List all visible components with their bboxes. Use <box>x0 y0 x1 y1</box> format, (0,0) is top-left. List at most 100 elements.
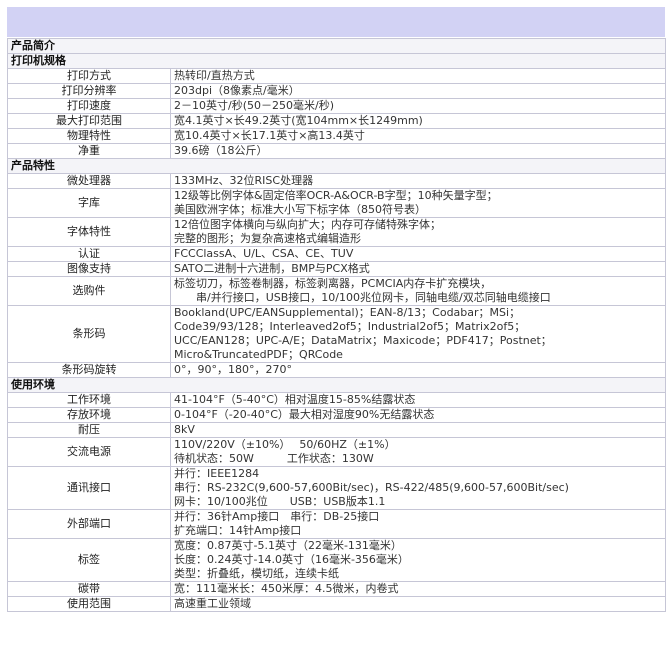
section-row: 产品简介 <box>7 38 666 54</box>
spec-value-line: 12倍位图字体横向与纵向扩大；内存可存储特殊字体； <box>174 218 441 231</box>
spec-row: 条形码旋转 0°，90°，180°，270° <box>7 362 666 378</box>
spec-value: 12倍位图字体横向与纵向扩大；内存可存储特殊字体； 完整的图形；为复杂高速格式编辑… <box>170 217 666 247</box>
spec-row: 字体特性 12倍位图字体横向与纵向扩大；内存可存储特殊字体； 完整的图形；为复杂高速… <box>7 217 666 247</box>
spec-value-line: 串/并行接口，USB接口，10/100兆位网卡，同轴电缆/双芯同轴电缆接口 <box>174 291 551 304</box>
spec-value-line: 39.6磅（18公斤） <box>174 144 268 157</box>
spec-table: 产品简介 打印机规格 打印方式 热转印/直热方式 打印分辨率 203dpi（8像素点/毫米… <box>7 38 666 612</box>
section-title: 产品特性 <box>7 158 666 174</box>
spec-value: 203dpi（8像素点/毫米） <box>170 83 666 99</box>
spec-row: 选购件 标签切刀，标签卷制器，标签剥离器，PCMCIA内存卡扩充模块， 串/并行接… <box>7 276 666 306</box>
header-banner <box>7 7 665 37</box>
spec-value-line: 标签切刀，标签卷制器，标签剥离器，PCMCIA内存卡扩充模块， <box>174 277 492 290</box>
spec-value-line: 2－10英寸/秒(50－250毫米/秒) <box>174 99 334 112</box>
spec-value-line: Code39/93/128；Interleaved2of5；Industrial… <box>174 320 526 333</box>
spec-value-line: 类型：折叠纸，模切纸，连续卡纸 <box>174 567 339 580</box>
spec-label: 净重 <box>7 143 171 159</box>
spec-row: 微处理器 133MHz、32位RISC处理器 <box>7 173 666 189</box>
spec-row: 交流电源 110V/220V（±10%） 50/60HZ（±1%） 待机状态：50W… <box>7 437 666 467</box>
spec-label: 物理特性 <box>7 128 171 144</box>
spec-label: 选购件 <box>7 276 171 306</box>
spec-value: 2－10英寸/秒(50－250毫米/秒) <box>170 98 666 114</box>
spec-row: 标签 宽度：0.87英寸-5.1英寸（22毫米-131毫米） 长度：0.24英寸-1… <box>7 538 666 582</box>
spec-label: 条形码 <box>7 305 171 363</box>
spec-row: 打印方式 热转印/直热方式 <box>7 68 666 84</box>
spec-label: 交流电源 <box>7 437 171 467</box>
spec-row: 图像支持 SATO二进制十六进制，BMP与PCX格式 <box>7 261 666 277</box>
spec-label: 字体特性 <box>7 217 171 247</box>
spec-value-line: FCCClassA、U/L、CSA、CE、TUV <box>174 247 354 260</box>
spec-label: 碳带 <box>7 581 171 597</box>
section-row: 使用环境 <box>7 377 666 393</box>
spec-value: SATO二进制十六进制，BMP与PCX格式 <box>170 261 666 277</box>
spec-row: 通讯接口 并行：IEEE1284 串行：RS-232C(9,600-57,600Bi… <box>7 466 666 510</box>
spec-value-line: 扩充端口：14针Amp接口 <box>174 524 302 537</box>
spec-value-line: 高速重工业领域 <box>174 597 251 610</box>
spec-value-line: 41-104°F（5-40°C）相对温度15-85%结露状态 <box>174 393 416 406</box>
spec-row: 打印分辨率 203dpi（8像素点/毫米） <box>7 83 666 99</box>
spec-value: FCCClassA、U/L、CSA、CE、TUV <box>170 246 666 262</box>
spec-row: 碳带 宽：111毫米长：450米厚：4.5微米，内卷式 <box>7 581 666 597</box>
spec-page: 产品简介 打印机规格 打印方式 热转印/直热方式 打印分辨率 203dpi（8像素点/毫米… <box>0 0 672 646</box>
spec-value-line: Micro&TruncatedPDF；QRCode <box>174 348 343 361</box>
spec-value-line: 0-104°F（-20-40°C）最大相对湿度90%无结露状态 <box>174 408 435 421</box>
section-title: 产品简介 <box>7 38 666 54</box>
spec-label: 耐压 <box>7 422 171 438</box>
spec-label: 条形码旋转 <box>7 362 171 378</box>
section-title: 打印机规格 <box>7 53 666 69</box>
spec-value: 热转印/直热方式 <box>170 68 666 84</box>
spec-value-line: 网卡：10/100兆位 USB：USB版本1.1 <box>174 495 386 508</box>
spec-label: 存放环境 <box>7 407 171 423</box>
spec-label: 使用范围 <box>7 596 171 612</box>
spec-row: 净重 39.6磅（18公斤） <box>7 143 666 159</box>
spec-row: 字库 12级等比例字体&固定倍率OCR-A&OCR-B字型；10种矢量字型； 美国欧… <box>7 188 666 218</box>
spec-label: 打印速度 <box>7 98 171 114</box>
spec-value-line: 203dpi（8像素点/毫米） <box>174 84 300 97</box>
section-title: 使用环境 <box>7 377 666 393</box>
spec-value-line: UCC/EAN128；UPC-A/E；DataMatrix；Maxicode；P… <box>174 334 552 347</box>
spec-value: 0°，90°，180°，270° <box>170 362 666 378</box>
spec-value-line: 0°，90°，180°，270° <box>174 363 292 376</box>
spec-value-line: 并行：IEEE1284 <box>174 467 260 480</box>
spec-value: 并行：36针Amp接口 串行：DB-25接口 扩充端口：14针Amp接口 <box>170 509 666 539</box>
spec-value-line: 110V/220V（±10%） 50/60HZ（±1%） <box>174 438 396 451</box>
spec-label: 外部端口 <box>7 509 171 539</box>
spec-row: 条形码 Bookland(UPC/EANSupplemental)；EAN-8/1… <box>7 305 666 363</box>
spec-value: 8kV <box>170 422 666 438</box>
spec-row: 耐压 8kV <box>7 422 666 438</box>
section-row: 打印机规格 <box>7 53 666 69</box>
spec-label: 字库 <box>7 188 171 218</box>
spec-value-line: 热转印/直热方式 <box>174 69 255 82</box>
spec-value-line: 美国欧洲字体；标准大小写下标字体（850符号表） <box>174 203 426 216</box>
spec-value-line: 宽度：0.87英寸-5.1英寸（22毫米-131毫米） <box>174 539 402 552</box>
spec-value: 0-104°F（-20-40°C）最大相对湿度90%无结露状态 <box>170 407 666 423</box>
spec-row: 物理特性 宽10.4英寸×长17.1英寸×高13.4英寸 <box>7 128 666 144</box>
spec-label: 打印方式 <box>7 68 171 84</box>
spec-row: 打印速度 2－10英寸/秒(50－250毫米/秒) <box>7 98 666 114</box>
spec-label: 打印分辨率 <box>7 83 171 99</box>
spec-value: 宽4.1英寸×长49.2英寸(宽104mm×长1249mm) <box>170 113 666 129</box>
spec-row: 存放环境 0-104°F（-20-40°C）最大相对湿度90%无结露状态 <box>7 407 666 423</box>
spec-row: 最大打印范围 宽4.1英寸×长49.2英寸(宽104mm×长1249mm) <box>7 113 666 129</box>
spec-value-line: 12级等比例字体&固定倍率OCR-A&OCR-B字型；10种矢量字型； <box>174 189 498 202</box>
spec-row: 工作环境 41-104°F（5-40°C）相对温度15-85%结露状态 <box>7 392 666 408</box>
spec-value: Bookland(UPC/EANSupplemental)；EAN-8/13；C… <box>170 305 666 363</box>
spec-value: 宽度：0.87英寸-5.1英寸（22毫米-131毫米） 长度：0.24英寸-14.… <box>170 538 666 582</box>
spec-row: 外部端口 并行：36针Amp接口 串行：DB-25接口 扩充端口：14针Amp接口 <box>7 509 666 539</box>
spec-value-line: SATO二进制十六进制，BMP与PCX格式 <box>174 262 370 275</box>
spec-value-line: 串行：RS-232C(9,600-57,600Bit/sec)，RS-422/4… <box>174 481 569 494</box>
spec-label: 最大打印范围 <box>7 113 171 129</box>
section-row: 产品特性 <box>7 158 666 174</box>
spec-value: 133MHz、32位RISC处理器 <box>170 173 666 189</box>
spec-value: 标签切刀，标签卷制器，标签剥离器，PCMCIA内存卡扩充模块， 串/并行接口，U… <box>170 276 666 306</box>
spec-value-line: 并行：36针Amp接口 串行：DB-25接口 <box>174 510 380 523</box>
spec-value: 39.6磅（18公斤） <box>170 143 666 159</box>
spec-value: 宽10.4英寸×长17.1英寸×高13.4英寸 <box>170 128 666 144</box>
spec-row: 认证 FCCClassA、U/L、CSA、CE、TUV <box>7 246 666 262</box>
spec-value-line: 8kV <box>174 423 195 436</box>
spec-value-line: 宽10.4英寸×长17.1英寸×高13.4英寸 <box>174 129 365 142</box>
spec-value: 41-104°F（5-40°C）相对温度15-85%结露状态 <box>170 392 666 408</box>
spec-value-line: Bookland(UPC/EANSupplemental)；EAN-8/13；C… <box>174 306 521 319</box>
spec-table-body: 产品简介 打印机规格 打印方式 热转印/直热方式 打印分辨率 203dpi（8像素点/毫米… <box>7 38 666 612</box>
spec-value: 并行：IEEE1284 串行：RS-232C(9,600-57,600Bit/se… <box>170 466 666 510</box>
spec-value-line: 133MHz、32位RISC处理器 <box>174 174 314 187</box>
